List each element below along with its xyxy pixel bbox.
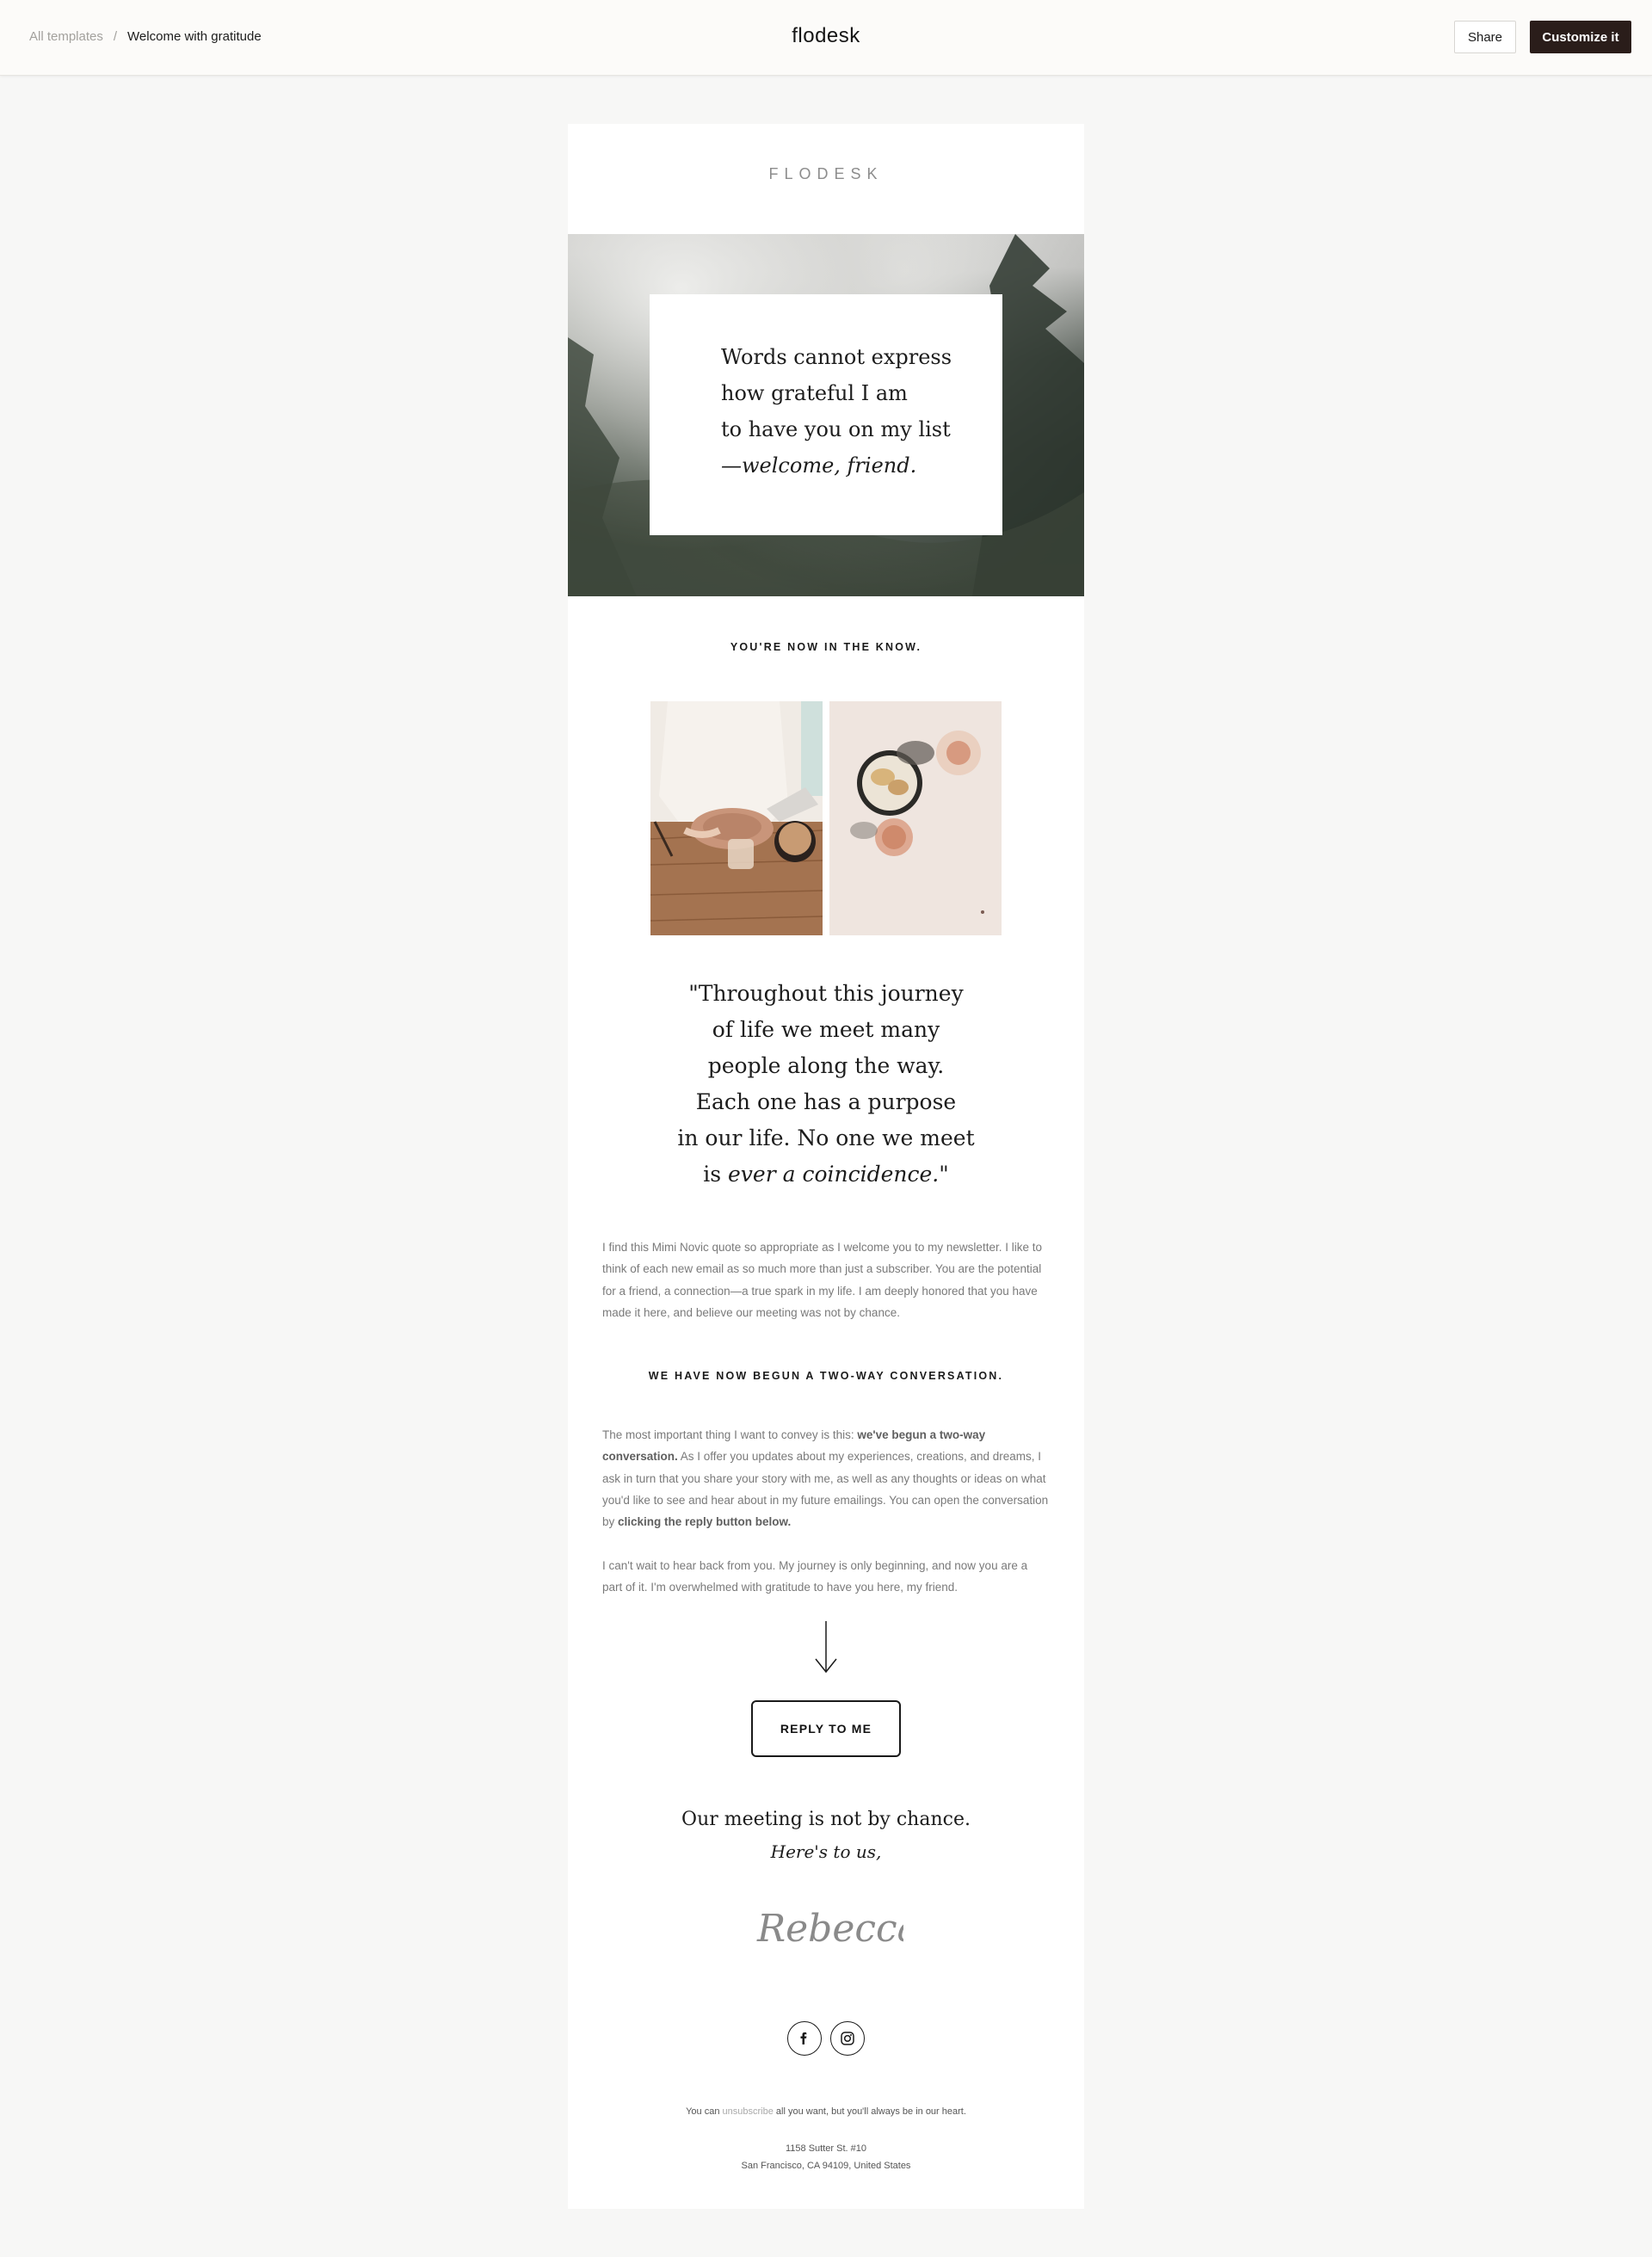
breadcrumb-all-templates-link[interactable]: All templates: [29, 29, 103, 44]
kicker-conversation: WE HAVE NOW BEGUN A TWO-WAY CONVERSATION…: [648, 1370, 1004, 1382]
photo-rose-flatlay-art: [829, 701, 1002, 935]
hero-headline: Words cannot express how grateful I am t…: [721, 339, 996, 484]
instagram-icon[interactable]: [830, 2021, 865, 2056]
kicker-know: YOU'RE NOW IN THE KNOW.: [730, 641, 922, 653]
breadcrumb-separator: /: [113, 29, 118, 44]
footer-unsubscribe-note: You can unsubscribe all you want, but yo…: [568, 2106, 1084, 2117]
photo-rose-flatlay: [829, 701, 1002, 935]
quote-line: people along the way.: [707, 1053, 945, 1078]
email-logo: FLODESK: [768, 165, 884, 182]
hero-line: to have you on my list: [721, 417, 951, 441]
email-preview: FLODESK Words cannot express how gratefu…: [568, 124, 1084, 2209]
share-button[interactable]: Share: [1454, 21, 1516, 53]
hero-image: Words cannot express how grateful I am t…: [568, 234, 1084, 596]
breadcrumb-current: Welcome with gratitude: [127, 29, 262, 44]
breadcrumb: All templates / Welcome with gratitude: [29, 29, 262, 44]
footer-address: 1158 Sutter St. #10 San Francisco, CA 94…: [568, 2140, 1084, 2174]
arrow-down-icon: [813, 1619, 839, 1679]
address-line: San Francisco, CA 94109, United States: [741, 2161, 911, 2171]
unsubscribe-link[interactable]: unsubscribe: [723, 2106, 774, 2117]
customize-button[interactable]: Customize it: [1530, 21, 1631, 53]
quote-plain: is: [703, 1162, 728, 1187]
quote-italic: ever a coincidence.": [728, 1162, 949, 1187]
footer-text: all you want, but you'll always be in ou…: [773, 2106, 966, 2117]
paragraph-bold: clicking the reply button below.: [618, 1515, 792, 1529]
closing-line: Our meeting is not by chance.: [681, 1809, 971, 1830]
conversation-paragraph: The most important thing I want to conve…: [602, 1424, 1050, 1532]
closing-sign-off: Here's to us,: [770, 1841, 882, 1862]
hero-text-box: Words cannot express how grateful I am t…: [650, 294, 1002, 535]
quote-line: is ever a coincidence.": [637, 1156, 1015, 1193]
footer-text: You can: [686, 2106, 723, 2117]
photo-woman-coffee: [650, 701, 823, 935]
facebook-icon[interactable]: [787, 2021, 822, 2056]
quote-line: of life we meet many: [712, 1017, 940, 1042]
reply-button[interactable]: REPLY TO ME: [751, 1700, 901, 1757]
top-bar: All templates / Welcome with gratitude flo…: [0, 0, 1652, 76]
quote-line: "Throughout this journey: [688, 981, 964, 1006]
hero-line: how grateful I am: [721, 381, 908, 405]
intro-paragraph: I find this Mimi Novic quote so appropri…: [602, 1241, 1042, 1319]
closing-paragraph: I can't wait to hear back from you. My j…: [602, 1559, 1028, 1594]
quote-line: in our life. No one we meet: [677, 1125, 975, 1150]
photo-woman-coffee-art: [650, 701, 823, 935]
hero-line: Words cannot express: [721, 345, 952, 369]
address-line: 1158 Sutter St. #10: [786, 2143, 866, 2154]
quote-line: Each one has a purpose: [695, 1089, 957, 1114]
signature-text: Rebecca: [756, 1907, 903, 1951]
signature-image: Rebecca: [756, 1907, 920, 1951]
paragraph-text: The most important thing I want to conve…: [602, 1428, 858, 1441]
hero-line: —welcome, friend.: [721, 453, 917, 478]
closing-block: Our meeting is not by chance. Here's to …: [568, 1804, 1084, 1867]
signature: Rebecca: [749, 1881, 920, 1971]
quote-block: "Throughout this journey of life we meet…: [637, 976, 1015, 1193]
